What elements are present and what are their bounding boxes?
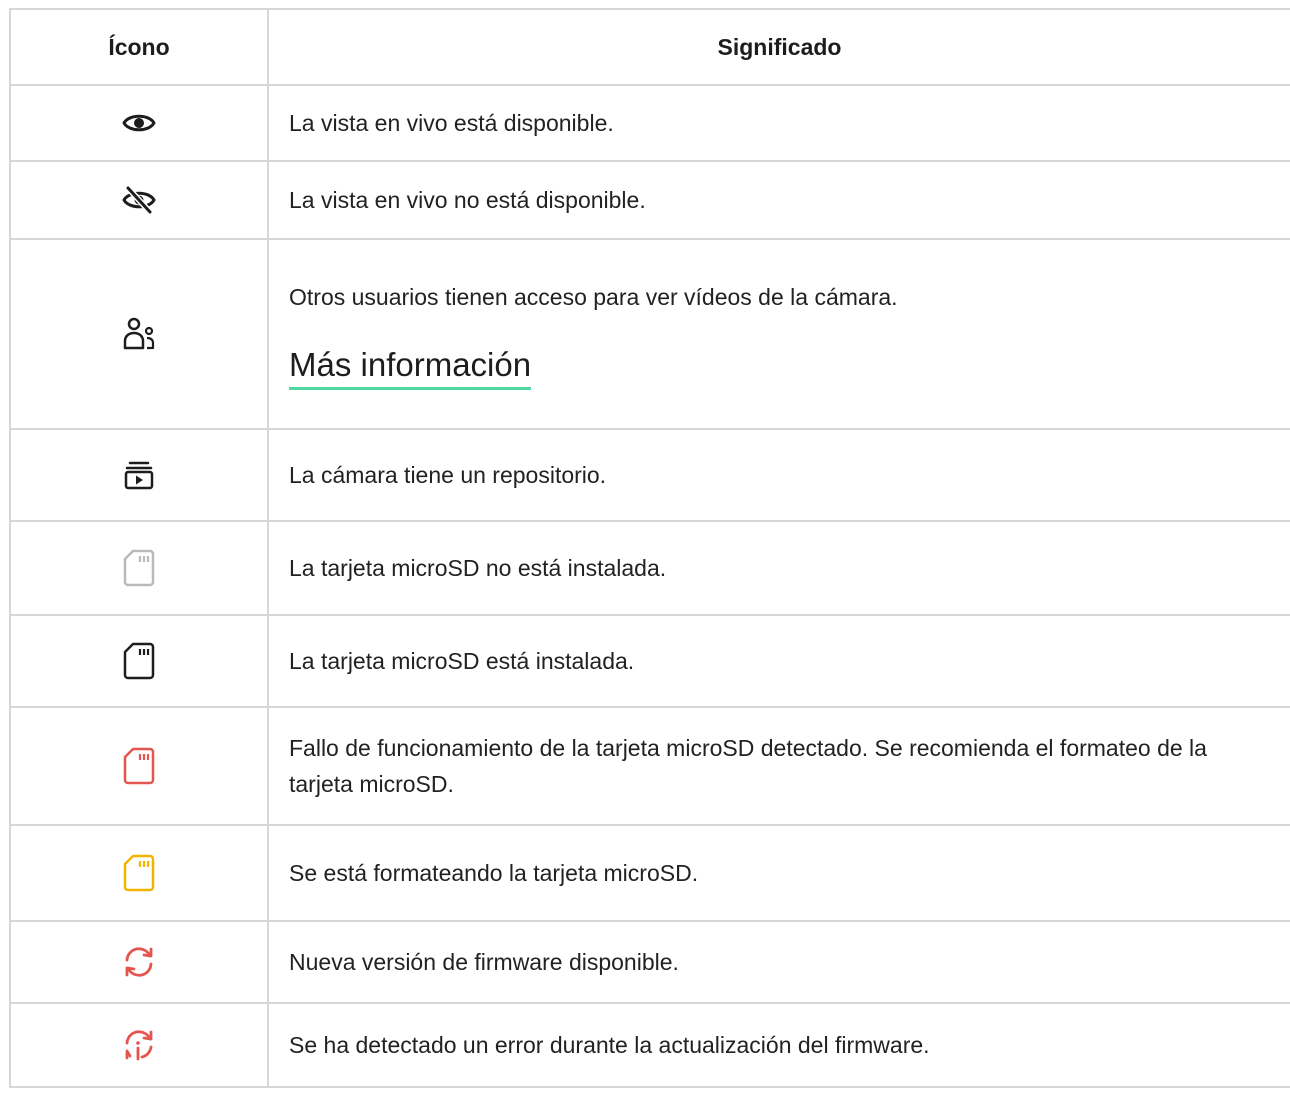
eye-off-icon (122, 185, 156, 215)
table-row: La tarjeta microSD está instalada. (9, 614, 1290, 708)
meaning-cell: La tarjeta microSD está instalada. (267, 614, 1290, 708)
header-icon: Ícono (9, 8, 268, 86)
sd-card-icon (123, 747, 155, 785)
users-icon (123, 317, 155, 350)
meaning-cell: Nueva versión de firmware disponible. (267, 920, 1290, 1004)
refresh-info-icon (125, 1030, 153, 1061)
more-info-link[interactable]: Más información (289, 345, 532, 390)
refresh-icon (125, 947, 153, 977)
table-row: Se está formateando la tarjeta microSD. (9, 824, 1290, 922)
sd-card-icon (123, 642, 155, 680)
meaning-cell: Fallo de funcionamiento de la tarjeta mi… (267, 706, 1290, 826)
archive-play-icon (124, 461, 154, 490)
table-row: La vista en vivo está disponible. (9, 84, 1290, 162)
icon-cell (9, 1002, 268, 1088)
table-header-row: Ícono Significado (9, 8, 1290, 86)
table-row: La cámara tiene un repositorio. (9, 428, 1290, 522)
icon-cell (9, 520, 268, 616)
header-meaning: Significado (267, 8, 1290, 86)
eye-icon (122, 114, 156, 132)
meaning-cell: Otros usuarios tienen acceso para ver ví… (267, 238, 1290, 430)
sd-card-icon (123, 549, 155, 587)
icon-cell (9, 824, 268, 922)
icon-cell (9, 920, 268, 1004)
meaning-text: Otros usuarios tienen acceso para ver ví… (289, 283, 898, 310)
icon-cell (9, 238, 268, 430)
meaning-cell: Se ha detectado un error durante la actu… (267, 1002, 1290, 1088)
icon-cell (9, 706, 268, 826)
table-row: Otros usuarios tienen acceso para ver ví… (9, 238, 1290, 430)
icon-cell (9, 614, 268, 708)
meaning-cell: La tarjeta microSD no está instalada. (267, 520, 1290, 616)
sd-card-icon (123, 854, 155, 892)
icon-cell (9, 160, 268, 240)
meaning-cell: La cámara tiene un repositorio. (267, 428, 1290, 522)
table-row: La tarjeta microSD no está instalada. (9, 520, 1290, 616)
icon-cell (9, 428, 268, 522)
table-row: Se ha detectado un error durante la actu… (9, 1002, 1290, 1088)
table-row: La vista en vivo no está disponible. (9, 160, 1290, 240)
meaning-cell: La vista en vivo no está disponible. (267, 160, 1290, 240)
icon-meaning-table: Ícono Significado La vista en vivo está … (9, 8, 1290, 1088)
table-row: Fallo de funcionamiento de la tarjeta mi… (9, 706, 1290, 826)
icon-cell (9, 84, 268, 162)
table-row: Nueva versión de firmware disponible. (9, 920, 1290, 1004)
meaning-cell: Se está formateando la tarjeta microSD. (267, 824, 1290, 922)
meaning-cell: La vista en vivo está disponible. (267, 84, 1290, 162)
